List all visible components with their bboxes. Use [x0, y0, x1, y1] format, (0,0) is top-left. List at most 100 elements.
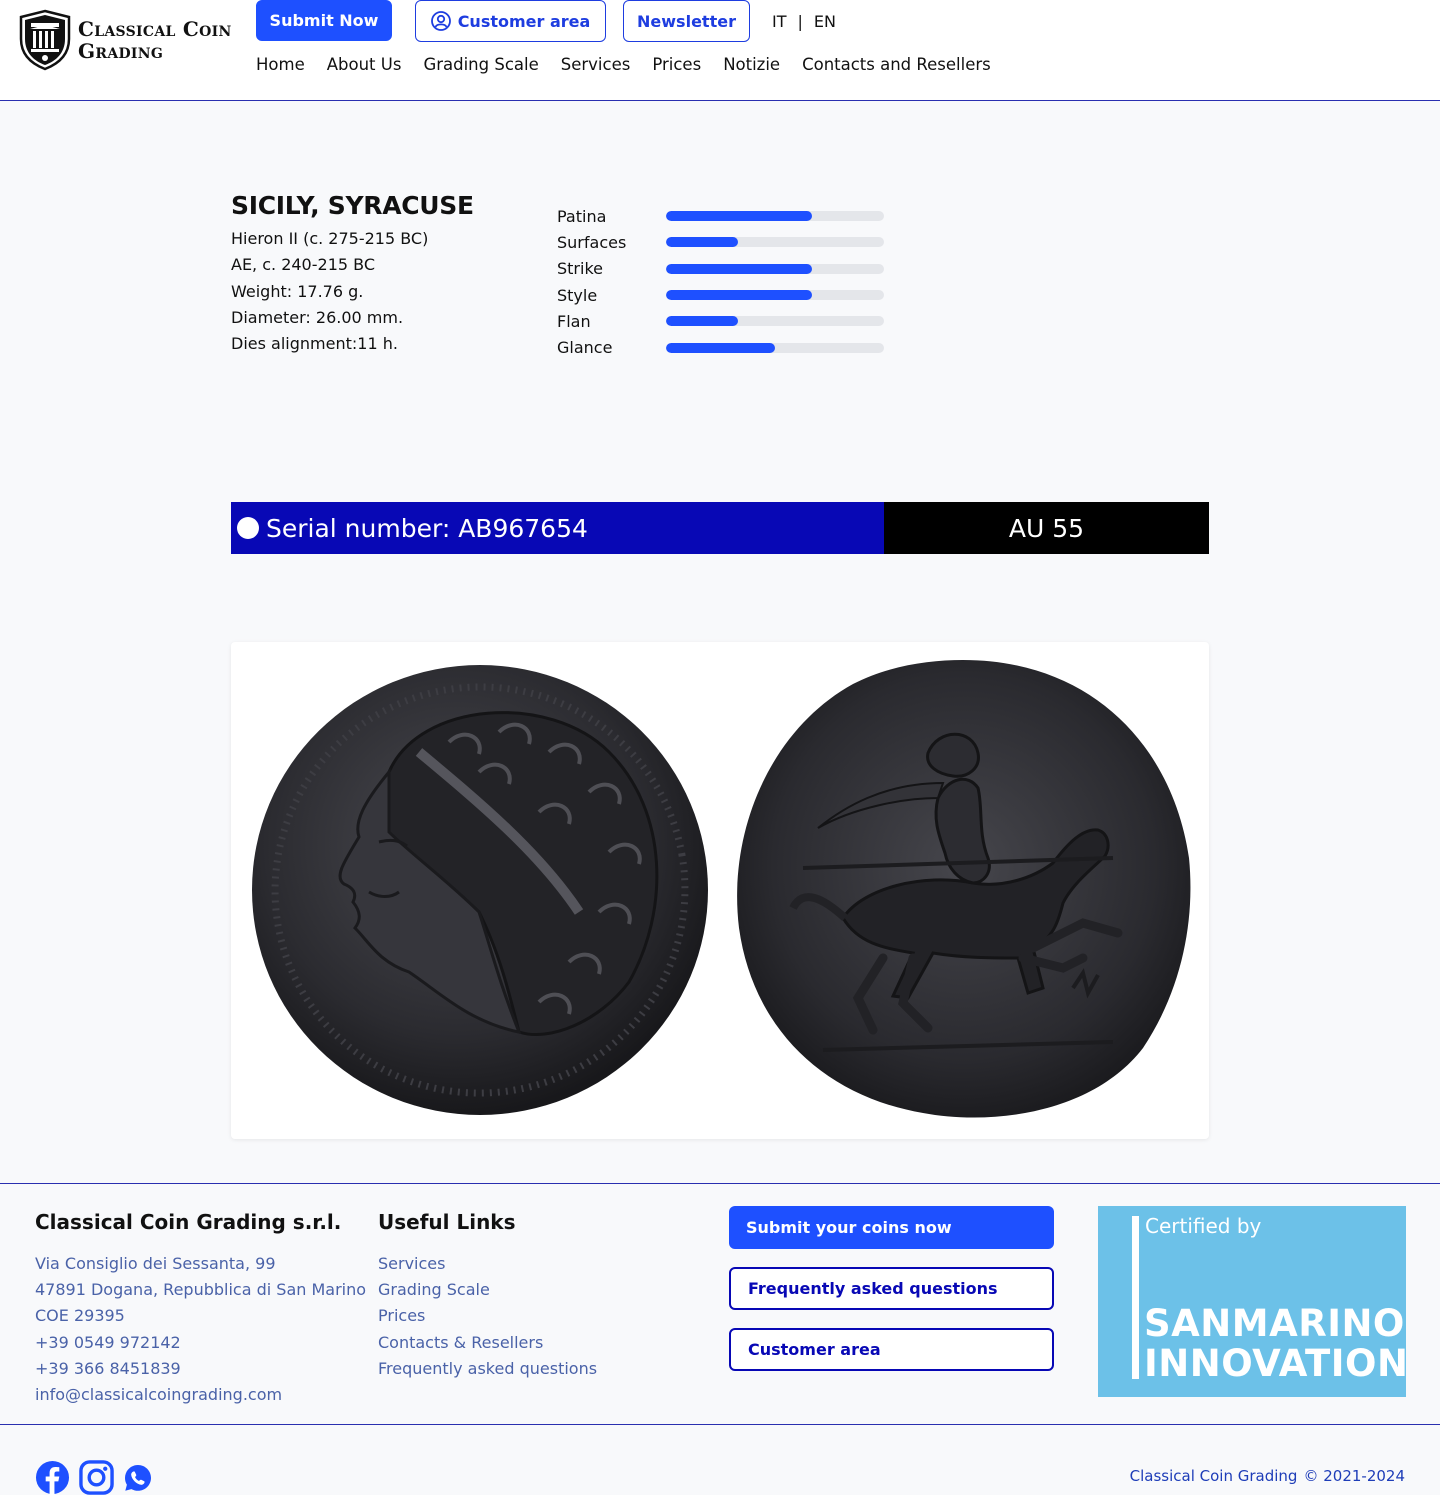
social-links — [35, 1460, 153, 1495]
lang-en-link[interactable]: EN — [814, 12, 836, 31]
footer-coe: COE 29395 — [35, 1306, 125, 1326]
facebook-icon[interactable] — [35, 1460, 70, 1495]
footer-link-services[interactable]: Services — [378, 1251, 597, 1277]
metric-bar-fill — [666, 316, 738, 327]
coin-diameter: Diameter: 26.00 mm. — [231, 307, 404, 327]
metric-row: Style — [557, 282, 884, 308]
footer-company-title: Classical Coin Grading s.r.l. — [35, 1210, 342, 1234]
nav-home[interactable]: Home — [256, 55, 305, 74]
logo-line-1: Classical Coin — [78, 17, 232, 41]
footer-useful-links: Useful Links Services Grading Scale Pric… — [378, 1210, 597, 1382]
status-dot-icon — [237, 517, 259, 539]
submit-now-label: Submit Now — [269, 11, 379, 30]
footer-links-title: Useful Links — [378, 1210, 516, 1234]
grade-panel: AU 55 — [884, 502, 1209, 554]
coin-metal-date: AE, c. 240-215 BC — [231, 255, 375, 275]
coin-weight: Weight: 17.76 g. — [231, 281, 364, 301]
metric-bar-fill — [666, 237, 738, 248]
newsletter-button[interactable]: Newsletter — [623, 0, 750, 42]
coin-obverse-image[interactable] — [249, 662, 711, 1118]
coin-info: SICILY, SYRACUSE Hieron II (c. 275-215 B… — [231, 191, 474, 357]
copyright: Classical Coin Grading © 2021-2024 — [1130, 1467, 1405, 1485]
footer-phone-link[interactable]: +39 0549 972142 — [35, 1330, 366, 1356]
cert-bar — [1132, 1216, 1139, 1379]
site-footer: Classical Coin Grading s.r.l. Via Consig… — [0, 1183, 1440, 1495]
footer-link-grading-scale[interactable]: Grading Scale — [378, 1277, 597, 1303]
customer-area-label: Customer area — [457, 11, 591, 31]
language-switcher: IT | EN — [772, 12, 836, 31]
metric-row: Strike — [557, 256, 884, 282]
coin-reverse-image[interactable] — [733, 658, 1193, 1122]
submit-coins-label: Submit your coins now — [746, 1218, 952, 1237]
submit-coins-button[interactable]: Submit your coins now — [729, 1206, 1054, 1249]
metric-label: Style — [557, 285, 598, 305]
customer-area-button[interactable]: Customer area — [415, 0, 606, 42]
nav-services[interactable]: Services — [561, 55, 631, 74]
footer-address-line: Via Consiglio dei Sessanta, 99 — [35, 1254, 276, 1273]
footer-link-prices[interactable]: Prices — [378, 1303, 597, 1329]
instagram-icon[interactable] — [79, 1460, 114, 1495]
metric-bar — [666, 211, 884, 222]
metric-bar — [666, 342, 884, 353]
coin-photo-card — [231, 642, 1209, 1139]
metric-label: Patina — [557, 206, 607, 226]
metric-label: Glance — [557, 338, 613, 358]
footer-customer-area-button[interactable]: Customer area — [729, 1328, 1054, 1371]
cert-by-text: Certified by — [1145, 1214, 1262, 1238]
faq-label: Frequently asked questions — [748, 1279, 998, 1298]
coin-title: SICILY, SYRACUSE — [231, 191, 474, 220]
submit-now-button[interactable]: Submit Now — [256, 0, 392, 41]
metric-row: Patina — [557, 203, 884, 229]
main-nav: Home About Us Grading Scale Services Pri… — [256, 55, 1013, 74]
metric-bar-fill — [666, 290, 813, 301]
site-header: Classical Coin Grading Submit Now Custom… — [0, 0, 1440, 101]
sanmarino-innovation-badge[interactable]: Certified by SANMARINO INNOVATION — [1098, 1206, 1406, 1397]
footer-company: Classical Coin Grading s.r.l. Via Consig… — [35, 1210, 366, 1408]
metric-bar-fill — [666, 342, 775, 353]
cert-name: SANMARINO INNOVATION — [1144, 1304, 1406, 1384]
metric-bar — [666, 316, 884, 327]
nav-grading-scale[interactable]: Grading Scale — [423, 55, 538, 74]
logo-text: Classical Coin Grading — [78, 18, 232, 62]
footer-address-line: 47891 Dogana, Repubblica di San Marino — [35, 1280, 367, 1300]
copyright-name-link[interactable]: Classical Coin Grading — [1130, 1467, 1298, 1485]
serial-banner: Serial number: AB967654 AU 55 — [231, 502, 1209, 554]
nav-contacts-resellers[interactable]: Contacts and Resellers — [802, 55, 991, 74]
logo-line-2: Grading — [78, 39, 164, 63]
cert-line-1: SANMARINO — [1144, 1302, 1405, 1345]
cert-line-2: INNOVATION — [1144, 1342, 1406, 1385]
copyright-years: © 2021-2024 — [1303, 1467, 1405, 1485]
metric-bar — [666, 290, 884, 301]
footer-mobile-link[interactable]: +39 366 8451839 — [35, 1356, 366, 1382]
metric-bar — [666, 263, 884, 274]
nav-about-us[interactable]: About Us — [327, 55, 402, 74]
nav-notizie[interactable]: Notizie — [723, 55, 780, 74]
user-circle-icon — [430, 11, 451, 31]
coin-ruler: Hieron II (c. 275-215 BC) — [231, 229, 429, 248]
grading-metrics: Patina Surfaces Strike Style Flan Glance — [557, 203, 884, 361]
metric-bar-fill — [666, 263, 813, 274]
footer-link-contacts[interactable]: Contacts & Resellers — [378, 1330, 597, 1356]
metric-row: Glance — [557, 334, 884, 360]
serial-number: Serial number: AB967654 — [266, 513, 588, 543]
metric-label: Surfaces — [557, 232, 627, 252]
serial-number-panel: Serial number: AB967654 — [231, 502, 884, 554]
lang-separator: | — [797, 12, 803, 31]
metric-bar-fill — [666, 211, 813, 222]
temple-shield-icon — [19, 9, 71, 71]
metric-label: Flan — [557, 311, 591, 331]
footer-customer-area-label: Customer area — [748, 1340, 881, 1359]
footer-divider — [0, 1424, 1440, 1425]
faq-button[interactable]: Frequently asked questions — [729, 1267, 1054, 1310]
whatsapp-icon[interactable] — [123, 1463, 153, 1493]
logo[interactable]: Classical Coin Grading — [18, 9, 232, 71]
nav-prices[interactable]: Prices — [652, 55, 701, 74]
metric-row: Flan — [557, 308, 884, 334]
grade-value: AU 55 — [1008, 513, 1085, 543]
metric-bar — [666, 237, 884, 248]
metric-row: Surfaces — [557, 229, 884, 255]
footer-email-link[interactable]: info@classicalcoingrading.com — [35, 1382, 366, 1408]
coin-dies-alignment: Dies alignment:11 h. — [231, 334, 398, 354]
footer-link-faq[interactable]: Frequently asked questions — [378, 1356, 597, 1382]
lang-it-link[interactable]: IT — [772, 12, 787, 31]
